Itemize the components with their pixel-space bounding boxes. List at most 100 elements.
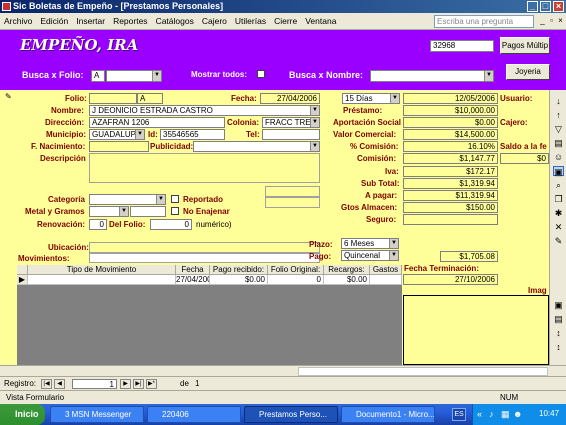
sort-za-icon[interactable]: ↑ [553, 110, 564, 120]
grid-cell[interactable] [370, 275, 402, 285]
filter-form-icon[interactable]: ▤ [553, 138, 564, 148]
seguro-field[interactable] [403, 214, 498, 225]
find-icon[interactable]: ⌕ [553, 180, 564, 190]
grid-header[interactable]: Fecha [176, 265, 210, 275]
grid-header[interactable]: Folio Original: [268, 265, 324, 275]
tel-field[interactable] [262, 129, 320, 140]
taskbar-item-prestamos[interactable]: Prestamos Perso... [244, 406, 338, 423]
folio-field[interactable] [89, 93, 137, 104]
ubicacion-field[interactable] [89, 242, 320, 253]
close-icon[interactable]: × [553, 1, 564, 12]
taskbar-item-folder[interactable]: 220406 [147, 406, 241, 423]
pagos-multiples-button[interactable]: Pagos Múltip [500, 37, 550, 54]
busca-nombre-dropdown[interactable]: ▼ [370, 70, 494, 82]
new-record-nav-icon[interactable]: ▶* [146, 379, 157, 389]
no-enajenar-checkbox[interactable] [171, 207, 179, 215]
copy-icon[interactable]: ❐ [553, 194, 564, 204]
minimize-icon[interactable]: _ [527, 1, 538, 12]
id-field[interactable]: 35546565 [160, 129, 225, 140]
tray-arrow-icon[interactable]: « [477, 409, 482, 419]
child-restore-icon[interactable]: ▫ [547, 16, 556, 26]
nombre-dropdown[interactable]: J DEONICIO ESTRADA CASTRO ▼ [89, 105, 320, 116]
folio-number-field[interactable]: 32968 [430, 40, 494, 52]
network-icon[interactable]: ▦ [501, 409, 510, 420]
grid-header[interactable]: Tipo de Movimiento [28, 265, 176, 275]
print-icon[interactable]: ▤ [553, 314, 564, 324]
pago-dropdown[interactable]: Quincenal ▼ [341, 250, 399, 261]
busca-folio-prefix[interactable]: A [91, 70, 105, 82]
language-indicator[interactable]: ES [452, 408, 466, 421]
valor-comercial-field[interactable]: $14,500.00 [403, 129, 498, 140]
menu-cierre[interactable]: Cierre [270, 13, 301, 30]
horizontal-scrollbar[interactable] [298, 367, 548, 376]
last-record-icon[interactable]: ▶| [133, 379, 144, 389]
menu-archivo[interactable]: Archivo [0, 13, 36, 30]
record-selector-icon[interactable]: ✎ [5, 92, 12, 101]
sort-desc-icon[interactable]: ↕ [553, 342, 564, 352]
menu-utilerias[interactable]: Utilerías [231, 13, 270, 30]
grid-cell[interactable]: $0.00 [324, 275, 370, 285]
help-search-input[interactable]: Escriba una pregunta [434, 15, 534, 28]
nacimiento-field[interactable] [89, 141, 149, 152]
renovacion-field[interactable]: 0 [89, 219, 107, 230]
fecha-vencimiento-field[interactable]: 12/05/2006 [403, 93, 498, 104]
grid-cell[interactable] [28, 275, 176, 285]
comision-field[interactable]: $1,147.77 [403, 153, 498, 164]
child-minimize-icon[interactable]: _ [538, 16, 547, 26]
saldo-field[interactable]: $0 [500, 153, 549, 164]
form-view-icon[interactable]: ▣ [553, 166, 564, 177]
metal-dropdown[interactable]: ▼ [89, 206, 129, 217]
messenger-icon[interactable]: ☻ [513, 409, 522, 419]
new-record-icon[interactable]: ✱ [553, 208, 564, 218]
plazo-dropdown[interactable]: 6 Meses ▼ [341, 238, 399, 249]
aportacion-field[interactable]: $0.00 [403, 117, 498, 128]
joyeria-button[interactable]: Joyeria [506, 64, 550, 80]
subtotal-field[interactable]: $1,319.94 [403, 178, 498, 189]
reportado-checkbox[interactable] [171, 195, 179, 203]
delete-icon[interactable]: ✕ [553, 222, 564, 232]
direccion-field[interactable]: AZAFRAN 1206 [89, 117, 225, 128]
grid-header[interactable]: Recargos: [324, 265, 370, 275]
filter-icon[interactable]: ▽ [553, 124, 564, 134]
start-button[interactable]: Inicio [0, 404, 45, 425]
next-record-icon[interactable]: ▶ [120, 379, 131, 389]
row-selector-icon[interactable]: ▶ [17, 275, 28, 285]
taskbar-item-msn[interactable]: 3 MSN Messenger [50, 406, 144, 423]
menu-ventana[interactable]: Ventana [301, 13, 340, 30]
extra-field-a[interactable] [265, 186, 320, 197]
total-amount-field[interactable]: $1,705.08 [440, 251, 498, 262]
grid-header[interactable]: Pago recibido: [210, 265, 268, 275]
first-record-icon[interactable]: |◀ [41, 379, 52, 389]
grid-cell[interactable]: 27/04/2006 [176, 275, 210, 285]
extra-field-b[interactable] [265, 197, 320, 208]
publicidad-dropdown[interactable]: ▼ [193, 141, 320, 152]
gramos-field[interactable] [130, 206, 166, 217]
menu-edicion[interactable]: Edición [36, 13, 72, 30]
menu-cajero[interactable]: Cajero [198, 13, 231, 30]
grid-cell[interactable]: $0.00 [210, 275, 268, 285]
sort-az-icon[interactable]: ↓ [553, 96, 564, 106]
descripcion-field[interactable] [89, 153, 320, 183]
municipio-dropdown[interactable]: GUADALUPE ▼ [89, 129, 145, 140]
fecha-terminacion-field[interactable]: 27/10/2006 [403, 274, 498, 285]
busca-folio-dropdown[interactable]: ▼ [106, 70, 162, 82]
sort-asc-icon[interactable]: ↕ [553, 328, 564, 338]
grid-header[interactable]: Gastos [370, 265, 402, 275]
colonia-dropdown[interactable]: FRACC TRES ▼ [262, 117, 320, 128]
del-folio-field[interactable]: 0 [150, 219, 192, 230]
grid-cell[interactable]: 0 [268, 275, 324, 285]
menu-catalogos[interactable]: Catálogos [152, 13, 198, 30]
comision-pct-field[interactable]: 16.10% [403, 141, 498, 152]
gtos-almacen-field[interactable]: $150.00 [403, 202, 498, 213]
maximize-icon[interactable]: □ [540, 1, 551, 12]
child-close-icon[interactable]: × [556, 16, 565, 26]
fecha-field[interactable]: 27/04/2006 [260, 93, 320, 104]
apagar-field[interactable]: $11,319.94 [403, 190, 498, 201]
taskbar-item-word[interactable]: Documento1 - Micro... [341, 406, 435, 423]
prestamo-field[interactable]: $10,000.00 [403, 105, 498, 116]
speaker-icon[interactable]: ♪ [489, 409, 494, 419]
dias-dropdown[interactable]: 15 Días ▼ [342, 93, 400, 104]
iva-field[interactable]: $172.17 [403, 166, 498, 177]
categoria-dropdown[interactable]: ▼ [89, 194, 166, 205]
menu-insertar[interactable]: Insertar [72, 13, 109, 30]
